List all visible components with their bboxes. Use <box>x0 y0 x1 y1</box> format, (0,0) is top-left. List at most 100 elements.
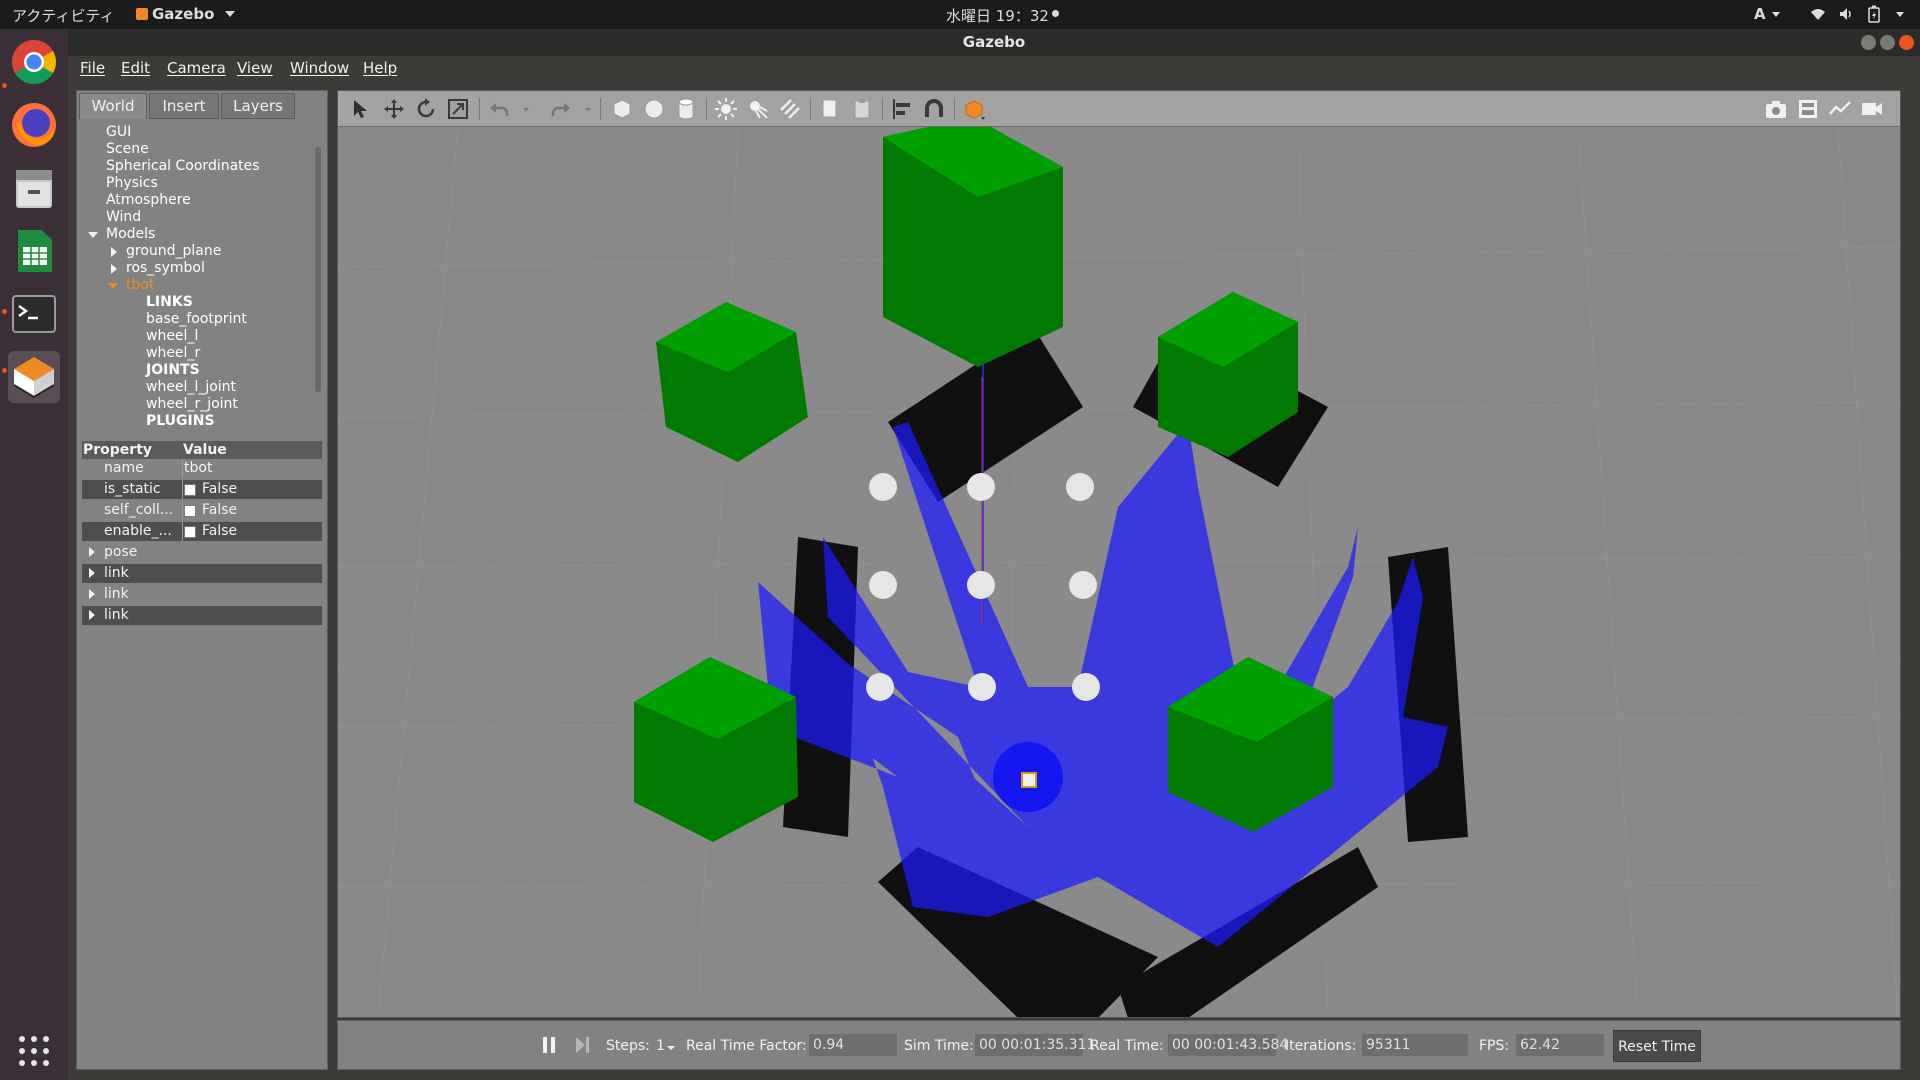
translate-mode-icon[interactable] <box>382 97 406 121</box>
property-row-enable-wind[interactable]: enable_... False <box>82 522 322 541</box>
tree-item-wheel-r[interactable]: wheel_r <box>146 345 200 362</box>
expand-link-icon[interactable] <box>89 568 95 578</box>
point-light-icon[interactable] <box>714 97 738 121</box>
property-row-link[interactable]: link <box>82 585 322 604</box>
expand-models-icon[interactable] <box>88 232 98 238</box>
tab-layers[interactable]: Layers <box>221 93 295 119</box>
tree-item-wheel-l[interactable]: wheel_l <box>146 328 198 345</box>
maximize-button[interactable] <box>1880 35 1895 50</box>
wifi-icon[interactable] <box>1810 6 1826 26</box>
marker[interactable] <box>1069 571 1097 599</box>
render-viewport[interactable] <box>337 90 1901 1018</box>
reset-time-button[interactable]: Reset Time <box>1613 1030 1701 1062</box>
volume-icon[interactable] <box>1838 6 1854 26</box>
marker[interactable] <box>869 473 897 501</box>
clock[interactable]: 水曜日 19：32 <box>946 5 1059 26</box>
collapse-tbot-icon[interactable] <box>108 283 118 289</box>
system-menu-chevron-icon[interactable] <box>1896 12 1904 17</box>
marker[interactable] <box>869 571 897 599</box>
align-icon[interactable] <box>890 97 914 121</box>
marker[interactable] <box>968 673 996 701</box>
marker[interactable] <box>967 473 995 501</box>
directional-light-icon[interactable] <box>778 97 802 121</box>
log-data-icon[interactable] <box>1796 97 1820 121</box>
tree-item-wheel-r-joint[interactable]: wheel_r_joint <box>146 396 238 413</box>
snap-icon[interactable] <box>922 97 946 121</box>
undo-icon[interactable] <box>487 97 511 121</box>
spot-light-icon[interactable] <box>746 97 770 121</box>
window-title-bar[interactable]: Gazebo <box>68 29 1920 56</box>
menu-help[interactable]: Help <box>363 59 397 77</box>
box-shape-icon[interactable] <box>610 97 634 121</box>
marker[interactable] <box>866 673 894 701</box>
select-mode-icon[interactable] <box>349 97 373 121</box>
self-collide-checkbox[interactable] <box>184 505 196 517</box>
pause-button[interactable] <box>542 1037 556 1057</box>
scale-mode-icon[interactable] <box>446 97 470 121</box>
cylinder-shape-icon[interactable] <box>674 97 698 121</box>
view-angle-icon[interactable] <box>962 97 986 121</box>
expand-link-icon[interactable] <box>89 610 95 620</box>
copy-icon[interactable] <box>818 97 842 121</box>
marker[interactable] <box>967 571 995 599</box>
show-applications-icon[interactable] <box>17 1034 51 1068</box>
steps-value[interactable]: 1 <box>656 1038 665 1054</box>
expand-ground-plane-icon[interactable] <box>111 247 117 257</box>
steps-chevron-icon[interactable] <box>667 1046 675 1050</box>
activities-button[interactable]: アクティビティ <box>12 5 114 26</box>
tree-item-ros-symbol[interactable]: ros_symbol <box>126 260 205 277</box>
tree-item-wind[interactable]: Wind <box>106 209 141 226</box>
tree-item-models[interactable]: Models <box>106 226 155 243</box>
tree-item-atmosphere[interactable]: Atmosphere <box>106 192 191 209</box>
spreadsheet-launcher-icon[interactable] <box>8 225 60 277</box>
tree-item-tbot[interactable]: tbot <box>126 277 154 294</box>
screenshot-icon[interactable] <box>1764 97 1788 121</box>
undo-history-chevron-icon[interactable] <box>514 97 529 121</box>
tab-insert[interactable]: Insert <box>149 93 219 119</box>
property-row-link[interactable]: link <box>82 606 322 625</box>
firefox-launcher-icon[interactable] <box>8 99 60 151</box>
expand-pose-icon[interactable] <box>89 547 95 557</box>
menu-edit[interactable]: Edit <box>121 59 150 77</box>
tree-item-wheel-l-joint[interactable]: wheel_l_joint <box>146 379 236 396</box>
expand-ros-symbol-icon[interactable] <box>111 264 117 274</box>
tree-item-scene[interactable]: Scene <box>106 141 149 158</box>
terminal-launcher-icon[interactable] <box>8 288 60 340</box>
minimize-button[interactable] <box>1861 35 1876 50</box>
paste-icon[interactable] <box>850 97 874 121</box>
sphere-shape-icon[interactable] <box>642 97 666 121</box>
plot-icon[interactable] <box>1828 97 1852 121</box>
property-row-is-static[interactable]: is_static False <box>82 480 322 499</box>
tree-item-gui[interactable]: GUI <box>106 124 131 141</box>
expand-link-icon[interactable] <box>89 589 95 599</box>
input-method-indicator[interactable]: A <box>1754 5 1766 23</box>
files-launcher-icon[interactable] <box>8 162 60 214</box>
gazebo-launcher-icon[interactable] <box>8 351 60 403</box>
property-row-name[interactable]: name tbot <box>82 459 322 478</box>
redo-icon[interactable] <box>549 97 573 121</box>
property-row-self-collide[interactable]: self_coll... False <box>82 501 322 520</box>
redo-history-chevron-icon[interactable] <box>576 97 591 121</box>
enable-wind-checkbox[interactable] <box>184 526 196 538</box>
marker[interactable] <box>1066 473 1094 501</box>
menu-file[interactable]: File <box>80 59 105 77</box>
3d-scene[interactable] <box>338 127 1900 1018</box>
chrome-launcher-icon[interactable] <box>8 36 60 88</box>
close-button[interactable] <box>1899 35 1914 50</box>
tbot-robot[interactable] <box>1021 772 1037 788</box>
tab-world[interactable]: World <box>79 93 147 119</box>
tree-scrollbar[interactable] <box>315 147 321 392</box>
tree-item-physics[interactable]: Physics <box>106 175 158 192</box>
rotate-mode-icon[interactable] <box>414 97 438 121</box>
marker[interactable] <box>1072 673 1100 701</box>
menu-window[interactable]: Window <box>290 59 349 77</box>
is-static-checkbox[interactable] <box>184 484 196 496</box>
battery-icon[interactable] <box>1868 5 1880 27</box>
step-button[interactable] <box>574 1037 590 1057</box>
video-record-icon[interactable] <box>1860 97 1884 121</box>
menu-camera[interactable]: Camera <box>167 59 226 77</box>
app-menu[interactable]: Gazebo <box>136 5 236 23</box>
property-row-link[interactable]: link <box>82 564 322 583</box>
tree-item-spherical-coordinates[interactable]: Spherical Coordinates <box>106 158 260 175</box>
tree-item-ground-plane[interactable]: ground_plane <box>126 243 221 260</box>
